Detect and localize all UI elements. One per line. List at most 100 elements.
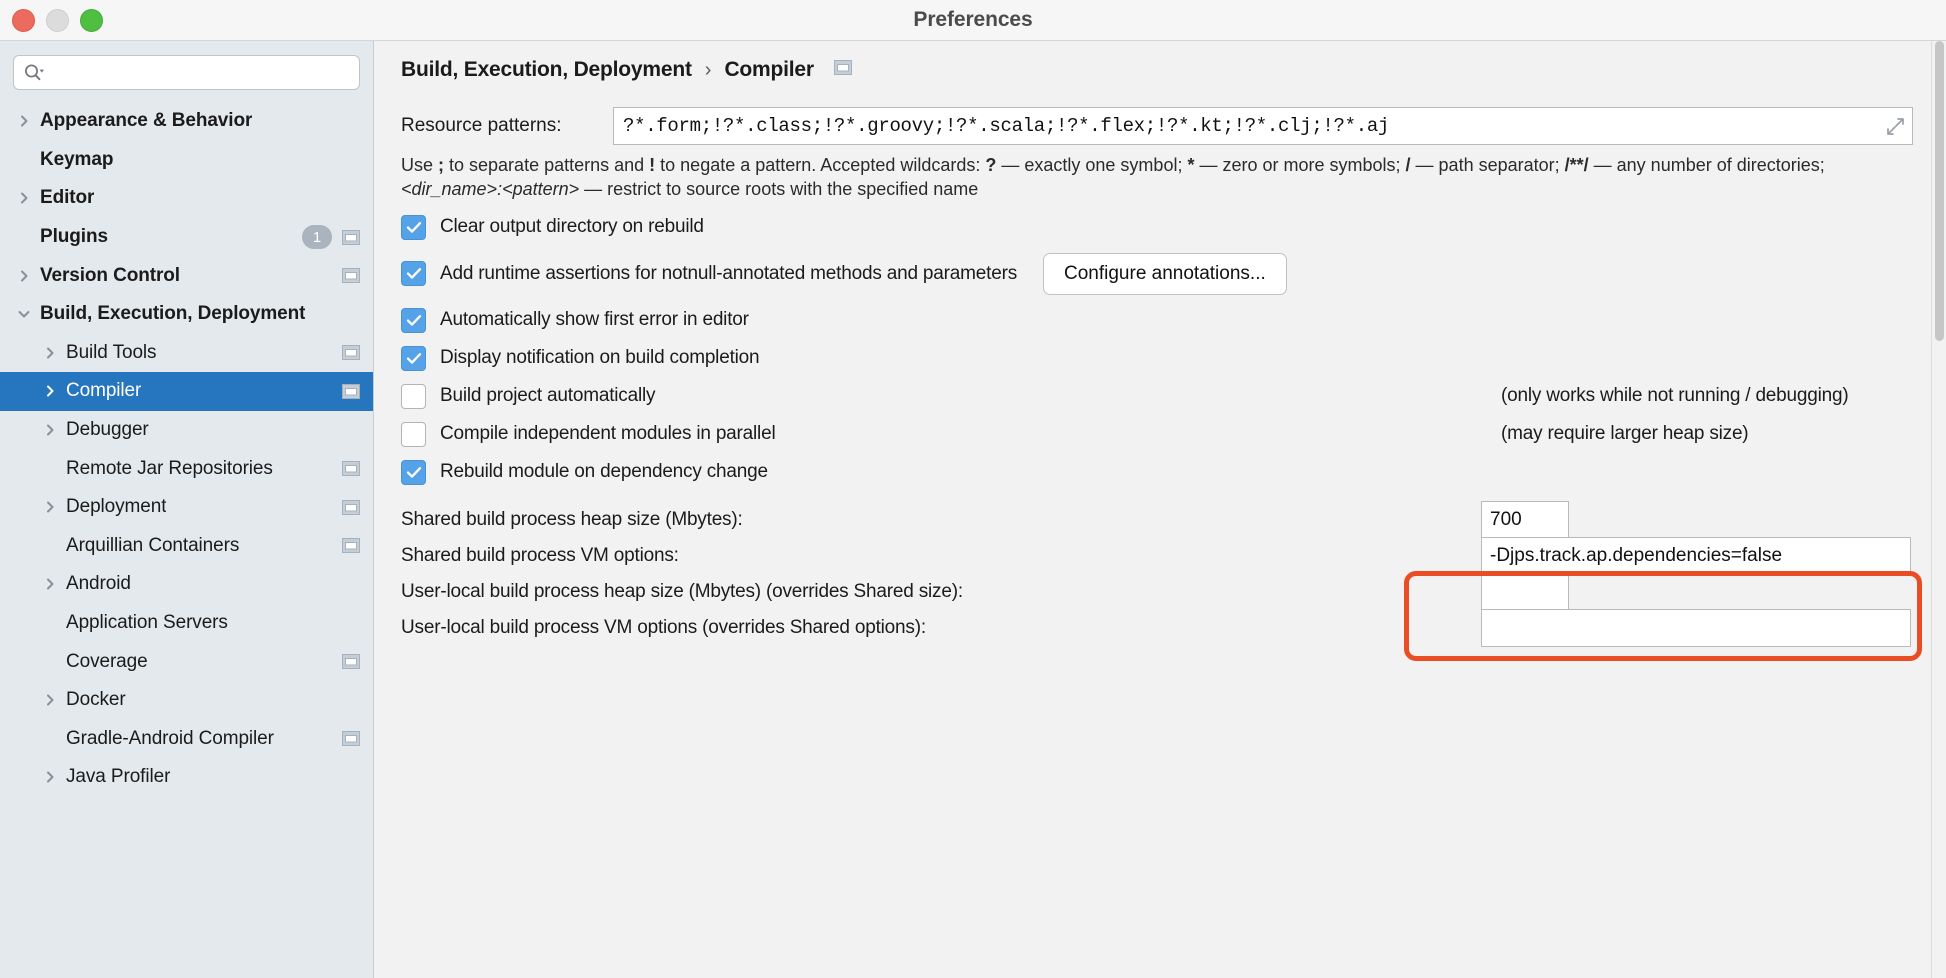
close-button[interactable]: [12, 9, 35, 32]
sidebar-item-coverage[interactable]: Coverage: [0, 642, 373, 681]
checkbox-rebuild-module-on-dependency-change[interactable]: [401, 460, 426, 485]
search-container: [0, 41, 373, 100]
configure-annotations-button[interactable]: Configure annotations...: [1043, 253, 1287, 295]
sidebar-item-deployment[interactable]: Deployment: [0, 488, 373, 527]
field-row: Shared build process VM options:: [401, 545, 1946, 567]
module-scope-icon[interactable]: [342, 731, 360, 746]
chevron-right-icon[interactable]: [40, 576, 60, 592]
minimize-button[interactable]: [46, 9, 69, 32]
module-scope-icon[interactable]: [834, 60, 852, 80]
module-scope-icon[interactable]: [342, 461, 360, 476]
chevron-right-icon[interactable]: [40, 383, 60, 399]
checkbox-compile-independent-modules-in-parallel[interactable]: [401, 422, 426, 447]
module-scope-icon[interactable]: [342, 230, 360, 245]
sidebar-item-label: Gradle-Android Compiler: [66, 728, 274, 750]
sidebar-item-remote-jar-repositories[interactable]: Remote Jar Repositories: [0, 449, 373, 488]
help-globstar: /**/: [1565, 155, 1589, 175]
option-row: Compile independent modules in parallel(…: [401, 422, 1946, 447]
help-text-d: — exactly one symbol;: [996, 155, 1187, 175]
field-input-2[interactable]: [1481, 573, 1569, 611]
chevron-right-icon[interactable]: [40, 769, 60, 785]
sidebar-item-appearance-behavior[interactable]: Appearance & Behavior: [0, 102, 373, 141]
sidebar-item-plugins[interactable]: Plugins1: [0, 218, 373, 257]
checkbox-add-runtime-assertions-for-notnull-annotated-methods-and-parameters[interactable]: [401, 261, 426, 286]
checkbox-label[interactable]: Display notification on build completion: [440, 347, 759, 369]
sidebar-item-debugger[interactable]: Debugger: [0, 411, 373, 450]
compiler-settings-content: Resource patterns: Use ; to separate pat…: [374, 107, 1946, 639]
expand-icon[interactable]: [1886, 117, 1905, 136]
resource-patterns-input[interactable]: [613, 107, 1913, 145]
sidebar-item-label: Java Profiler: [66, 766, 170, 788]
chevron-right-icon[interactable]: [40, 345, 60, 361]
sidebar-item-application-servers[interactable]: Application Servers: [0, 604, 373, 643]
help-text-g: — any number of directories;: [1589, 155, 1825, 175]
field-input-3[interactable]: [1481, 609, 1911, 647]
chevron-right-icon[interactable]: [14, 268, 34, 284]
option-row: Rebuild module on dependency change: [401, 460, 1946, 485]
sidebar-item-java-profiler[interactable]: Java Profiler: [0, 758, 373, 797]
chevron-right-icon[interactable]: [14, 113, 34, 129]
chevron-right-icon[interactable]: [14, 190, 34, 206]
module-scope-icon[interactable]: [342, 345, 360, 360]
main-scrollbar-thumb[interactable]: [1935, 41, 1944, 341]
sidebar-item-label: Build Tools: [66, 342, 156, 364]
module-scope-icon[interactable]: [342, 384, 360, 399]
chevron-right-icon[interactable]: [40, 422, 60, 438]
sidebar-item-gradle-android-compiler[interactable]: Gradle-Android Compiler: [0, 720, 373, 759]
checkbox-label[interactable]: Rebuild module on dependency change: [440, 461, 768, 483]
search-icon: [23, 63, 45, 83]
chevron-right-icon[interactable]: [40, 692, 60, 708]
compiler-options-list: Clear output directory on rebuild Add run…: [401, 215, 1946, 485]
checkbox-display-notification-on-build-completion[interactable]: [401, 346, 426, 371]
sidebar-item-build-execution-deployment[interactable]: Build, Execution, Deployment: [0, 295, 373, 334]
checkbox-automatically-show-first-error-in-editor[interactable]: [401, 308, 426, 333]
help-text-c: to negate a pattern. Accepted wildcards:: [655, 155, 985, 175]
checkbox-label[interactable]: Compile independent modules in parallel: [440, 423, 775, 445]
field-row: User-local build process VM options (ove…: [401, 617, 1946, 639]
module-scope-icon[interactable]: [342, 538, 360, 553]
sidebar-item-arquillian-containers[interactable]: Arquillian Containers: [0, 527, 373, 566]
field-label: User-local build process heap size (Mbyt…: [401, 581, 963, 603]
option-hint: (only works while not running / debuggin…: [1501, 385, 1849, 407]
option-row: Automatically show first error in editor: [401, 308, 1946, 333]
sidebar-item-android[interactable]: Android: [0, 565, 373, 604]
field-input-1[interactable]: [1481, 537, 1911, 575]
sidebar-item-docker[interactable]: Docker: [0, 681, 373, 720]
field-input-0[interactable]: [1481, 501, 1569, 539]
sidebar-item-version-control[interactable]: Version Control: [0, 256, 373, 295]
help-text-f: — path separator;: [1411, 155, 1565, 175]
breadcrumb-parent[interactable]: Build, Execution, Deployment: [401, 58, 692, 82]
sidebar-item-label: Deployment: [66, 496, 166, 518]
checkbox-label[interactable]: Clear output directory on rebuild: [440, 216, 704, 238]
search-box[interactable]: [13, 55, 360, 90]
checkbox-label[interactable]: Add runtime assertions for notnull-annot…: [440, 263, 1017, 285]
sidebar-item-label: Version Control: [40, 265, 180, 287]
sidebar-item-label: Appearance & Behavior: [40, 110, 252, 132]
sidebar-item-label: Build, Execution, Deployment: [40, 303, 305, 325]
window-body: Appearance & Behavior KeymapEditorPlugins…: [0, 41, 1946, 978]
module-scope-icon[interactable]: [342, 500, 360, 515]
checkbox-build-project-automatically[interactable]: [401, 384, 426, 409]
option-row: Add runtime assertions for notnull-annot…: [401, 253, 1946, 295]
resource-patterns-help: Use ; to separate patterns and ! to nega…: [401, 154, 1913, 202]
sidebar-item-label: Arquillian Containers: [66, 535, 239, 557]
sidebar-item-compiler[interactable]: Compiler: [0, 372, 373, 411]
module-scope-icon[interactable]: [342, 654, 360, 669]
sidebar-item-build-tools[interactable]: Build Tools: [0, 334, 373, 373]
module-scope-icon[interactable]: [342, 268, 360, 283]
main-scrollbar[interactable]: [1931, 41, 1946, 978]
checkbox-label[interactable]: Automatically show first error in editor: [440, 309, 749, 331]
sidebar-item-editor[interactable]: Editor: [0, 179, 373, 218]
help-text-a: Use: [401, 155, 438, 175]
sidebar-item-label: Remote Jar Repositories: [66, 458, 273, 480]
breadcrumb: Build, Execution, Deployment › Compiler: [374, 41, 1946, 99]
checkbox-label[interactable]: Build project automatically: [440, 385, 655, 407]
breadcrumb-current: Compiler: [724, 58, 813, 82]
checkbox-clear-output-directory-on-rebuild[interactable]: [401, 215, 426, 240]
chevron-right-icon[interactable]: [40, 499, 60, 515]
maximize-button[interactable]: [80, 9, 103, 32]
option-row: Clear output directory on rebuild: [401, 215, 1946, 240]
search-input[interactable]: [45, 64, 350, 81]
sidebar-item-keymap[interactable]: Keymap: [0, 141, 373, 180]
chevron-down-icon[interactable]: [14, 306, 34, 322]
